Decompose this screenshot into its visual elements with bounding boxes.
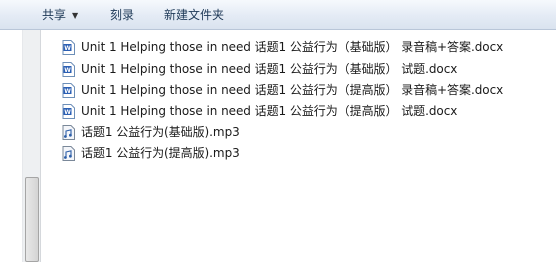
new-folder-label: 新建文件夹 <box>164 8 225 22</box>
audio-file-icon <box>62 124 75 140</box>
audio-file-icon <box>62 145 75 161</box>
dropdown-arrow-icon: ▼ <box>72 11 79 20</box>
share-button[interactable]: 共享 ▼ <box>42 0 78 30</box>
word-doc-icon: W <box>62 82 75 98</box>
svg-text:W: W <box>64 109 71 116</box>
command-toolbar: 共享 ▼ 刻录 新建文件夹 <box>0 0 556 30</box>
file-item[interactable]: 话题1 公益行为(基础版).mp3 <box>62 122 240 142</box>
new-folder-button[interactable]: 新建文件夹 <box>164 0 224 30</box>
file-name: Unit 1 Helping those in need 话题1 公益行为（提高… <box>81 104 458 118</box>
scrollbar-thumb[interactable] <box>25 177 39 262</box>
share-label: 共享 <box>42 8 67 22</box>
file-name: 话题1 公益行为(提高版).mp3 <box>81 146 240 160</box>
svg-text:W: W <box>64 88 71 95</box>
burn-button[interactable]: 刻录 <box>110 0 134 30</box>
word-doc-icon: W <box>62 61 75 77</box>
word-doc-icon: W <box>62 103 75 119</box>
file-name: 话题1 公益行为(基础版).mp3 <box>81 125 240 139</box>
file-name: Unit 1 Helping those in need 话题1 公益行为（基础… <box>81 62 458 76</box>
svg-text:W: W <box>64 45 71 52</box>
file-item[interactable]: W Unit 1 Helping those in need 话题1 公益行为（… <box>62 59 457 79</box>
word-doc-icon: W <box>62 39 75 55</box>
file-name: Unit 1 Helping those in need 话题1 公益行为（提高… <box>81 83 504 97</box>
file-item[interactable]: W Unit 1 Helping those in need 话题1 公益行为（… <box>62 101 457 121</box>
file-item[interactable]: W Unit 1 Helping those in need 话题1 公益行为（… <box>62 37 503 57</box>
file-name: Unit 1 Helping those in need 话题1 公益行为（基础… <box>81 40 504 54</box>
burn-label: 刻录 <box>110 8 135 22</box>
file-item[interactable]: 话题1 公益行为(提高版).mp3 <box>62 143 240 163</box>
file-item[interactable]: W Unit 1 Helping those in need 话题1 公益行为（… <box>62 80 503 100</box>
svg-text:W: W <box>64 67 71 74</box>
